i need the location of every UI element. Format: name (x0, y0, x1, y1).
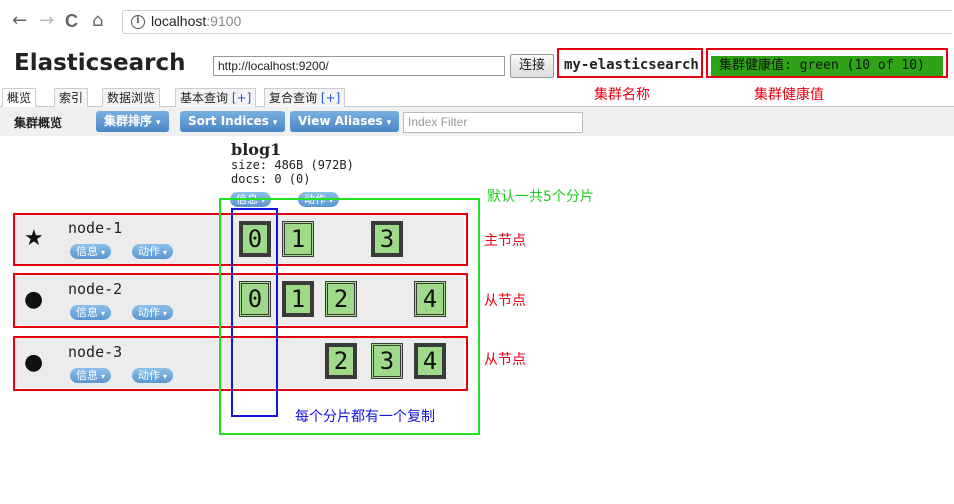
tab-compound-query[interactable]: 复合查询 [+] (264, 88, 346, 107)
sort-cluster-label: 集群排序 (104, 114, 153, 128)
cluster-name-highlight (557, 48, 703, 78)
reload-icon[interactable]: C (65, 11, 78, 31)
view-aliases-button[interactable]: View Aliases ▾ (290, 111, 400, 132)
index-docs: docs: 0 (0) (231, 172, 311, 186)
chevron-down-icon: ▾ (156, 118, 161, 128)
url-text: localhost:9100 (151, 13, 241, 29)
tab-label: 数据浏览 (107, 91, 156, 105)
cluster-toolbar: 集群概览 集群排序 ▾ Sort Indices ▾ View Aliases ▾ I… (0, 107, 954, 136)
tab-plus: [+] (320, 91, 341, 105)
tab-label: 索引 (59, 91, 84, 105)
forward-arrow-icon[interactable]: → (39, 11, 54, 31)
connect-button[interactable]: 连接 (510, 54, 554, 78)
replica-note: 每个分片都有一个复制 (295, 409, 435, 425)
sort-indices-button[interactable]: Sort Indices ▾ (180, 111, 286, 132)
url-port: :9100 (206, 13, 242, 29)
tab-overview[interactable]: 概览 (2, 88, 37, 108)
cluster-health-highlight (706, 48, 948, 78)
tab-plus: [+] (231, 91, 252, 105)
tab-indices[interactable]: 索引 (54, 88, 89, 107)
url-host: localhost (151, 13, 207, 29)
index-size: size: 486B (972B) (231, 158, 354, 172)
slave-node-note: 从节点 (484, 293, 526, 309)
replica-highlight (231, 208, 278, 417)
slave-node-note: 从节点 (484, 352, 526, 368)
tab-label: 概览 (7, 91, 32, 105)
back-arrow-icon[interactable]: ← (12, 11, 27, 31)
address-bar[interactable]: i localhost:9100 (122, 10, 952, 34)
sort-cluster-button[interactable]: 集群排序 ▾ (96, 111, 169, 132)
tab-browser[interactable]: 数据浏览 (102, 88, 161, 107)
toolbar-label: 集群概览 (14, 116, 63, 130)
index-filter-input[interactable]: Index Filter (403, 112, 583, 133)
index-name: blog1 (231, 140, 282, 159)
cluster-health-note: 集群健康值 (754, 87, 824, 103)
sort-indices-label: Sort Indices (188, 114, 269, 128)
connection-url-input[interactable]: http://localhost:9200/ (213, 56, 505, 76)
tab-label: 复合查询 (269, 91, 318, 105)
cluster-name-note: 集群名称 (594, 87, 650, 103)
default-shards-note: 默认一共5个分片 (487, 189, 594, 205)
master-node-note: 主节点 (484, 233, 526, 249)
home-icon[interactable]: ⌂ (92, 11, 103, 31)
app-title: Elasticsearch (14, 50, 186, 76)
info-icon[interactable]: i (131, 15, 145, 29)
chevron-down-icon: ▾ (386, 118, 392, 128)
chevron-down-icon: ▾ (272, 118, 278, 128)
browser-toolbar: ← → C ⌂ i localhost:9100 (0, 0, 954, 44)
view-aliases-label: View Aliases (298, 114, 383, 128)
tab-basic-query[interactable]: 基本查询 [+] (175, 88, 257, 107)
tab-label: 基本查询 (180, 91, 229, 105)
